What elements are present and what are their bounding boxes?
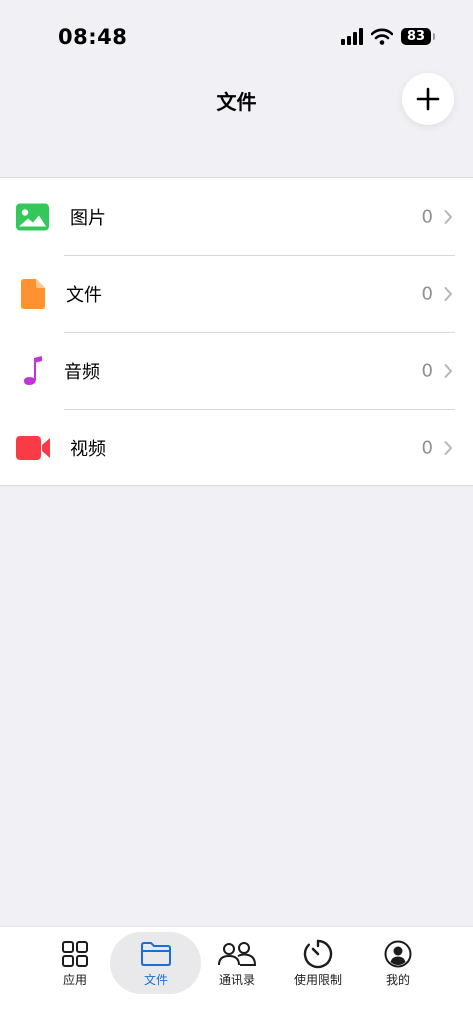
folder-icon [141, 942, 171, 966]
battery-icon: 83 [401, 28, 435, 45]
list-item-count: 0 [421, 437, 433, 458]
list-item-audio[interactable]: 音频 0 [0, 332, 473, 409]
tab-label: 使用限制 [293, 973, 342, 987]
tab-files[interactable]: 文件 [116, 926, 196, 1024]
tab-contacts[interactable]: 通讯录 [197, 926, 277, 1024]
file-category-list: 图片 0 文件 0 音频 0 视频 0 [0, 177, 473, 486]
list-item-count: 0 [421, 206, 433, 227]
music-note-icon [24, 355, 42, 385]
list-item-label: 图片 [70, 207, 106, 229]
contacts-icon [218, 942, 256, 966]
list-item-images[interactable]: 图片 0 [0, 178, 473, 255]
list-item-count: 0 [421, 283, 433, 304]
list-item-count: 0 [421, 360, 433, 381]
status-indicators: 83 [341, 28, 435, 45]
chevron-right-icon [444, 286, 452, 301]
chevron-right-icon [444, 440, 452, 455]
list-item-video[interactable]: 视频 0 [0, 409, 473, 486]
tab-label: 文件 [143, 973, 168, 987]
list-item-label: 视频 [70, 438, 106, 460]
status-bar: 08:48 83 [0, 0, 473, 60]
video-camera-icon [16, 435, 50, 460]
plus-icon [416, 87, 440, 111]
tab-usage-limits[interactable]: 使用限制 [278, 926, 358, 1024]
list-item-documents[interactable]: 文件 0 [0, 255, 473, 332]
profile-icon [384, 940, 412, 968]
apps-grid-icon [62, 941, 88, 967]
wifi-icon [371, 28, 393, 45]
tab-label: 通讯录 [218, 973, 255, 987]
add-button[interactable] [402, 73, 454, 125]
tab-profile[interactable]: 我的 [358, 926, 438, 1024]
tab-apps[interactable]: 应用 [35, 926, 115, 1024]
screen: 08:48 83 文件 图片 0 文件 0 音频 0 视频 0 应用 文件 通讯… [0, 0, 473, 1024]
chevron-right-icon [444, 209, 452, 224]
image-icon [16, 203, 49, 230]
status-time: 08:48 [58, 25, 128, 49]
chevron-right-icon [444, 363, 452, 378]
list-item-label: 文件 [66, 284, 102, 306]
tab-label: 应用 [62, 973, 87, 987]
tab-label: 我的 [385, 973, 410, 987]
timer-icon [303, 939, 333, 969]
list-item-label: 音频 [64, 361, 100, 383]
cellular-signal-icon [341, 28, 363, 45]
document-icon [21, 278, 45, 309]
